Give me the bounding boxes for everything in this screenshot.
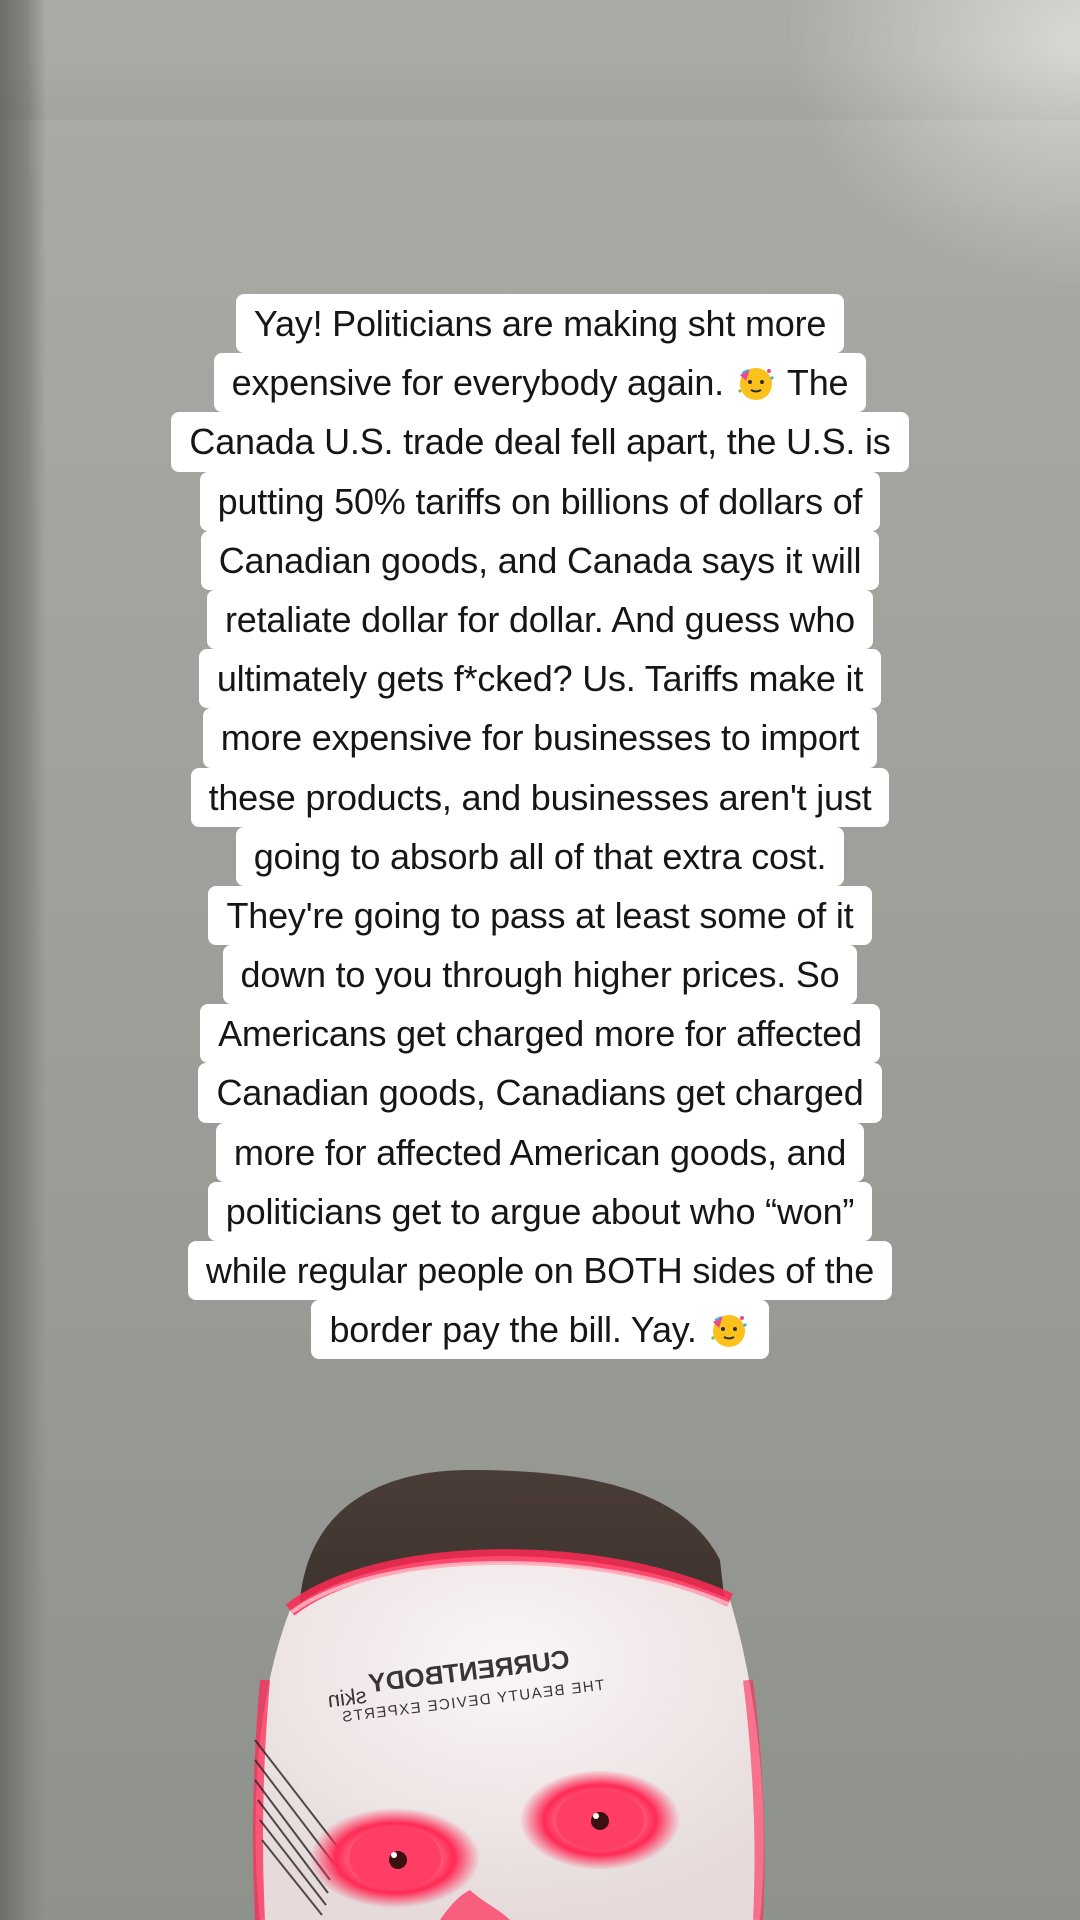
caption-line: border pay the bill. Yay.: [311, 1300, 769, 1360]
caption-line: Americans get charged more for affected: [200, 1004, 880, 1064]
caption-overlay: Yay! Politicians are making sht more exp…: [100, 294, 980, 1360]
caption-line: more expensive for businesses to import: [202, 708, 878, 768]
partying-face-emoji: [738, 368, 774, 401]
caption-line: putting 50% tariffs on billions of dolla…: [199, 471, 881, 531]
caption-line: Yay! Politicians are making sht more: [235, 294, 845, 354]
caption-line: going to absorb all of that extra cost.: [235, 826, 845, 886]
caption-line: retaliate dollar for dollar. And guess w…: [207, 589, 873, 650]
caption-line: down to you through higher prices. So: [222, 945, 858, 1005]
caption-line: ultimately gets f*cked? Us. Tariffs make…: [198, 649, 882, 709]
partying-face-emoji: [710, 1315, 747, 1348]
caption-line: Canada U.S. trade deal fell apart, the U…: [171, 412, 909, 472]
background-wall: CURRENTBODY THE BEAUTY DEVICE EXPERTS sk…: [0, 0, 1080, 1920]
caption-line: They're going to pass at least some of i…: [208, 885, 872, 946]
caption-line: politicians get to argue about who “won”: [207, 1181, 873, 1242]
caption-line: Canadian goods, Canadians get charged: [198, 1063, 882, 1123]
caption-line: while regular people on BOTH sides of th…: [187, 1241, 893, 1301]
caption-line: these products, and businesses aren't ju…: [190, 767, 890, 827]
caption-line: expensive for everybody again. The: [213, 353, 867, 413]
caption-line: Canadian goods, and Canada says it will: [200, 530, 880, 590]
caption-line: more for affected American goods, and: [215, 1122, 865, 1182]
mask-brand-suffix: skin: [326, 1683, 368, 1713]
